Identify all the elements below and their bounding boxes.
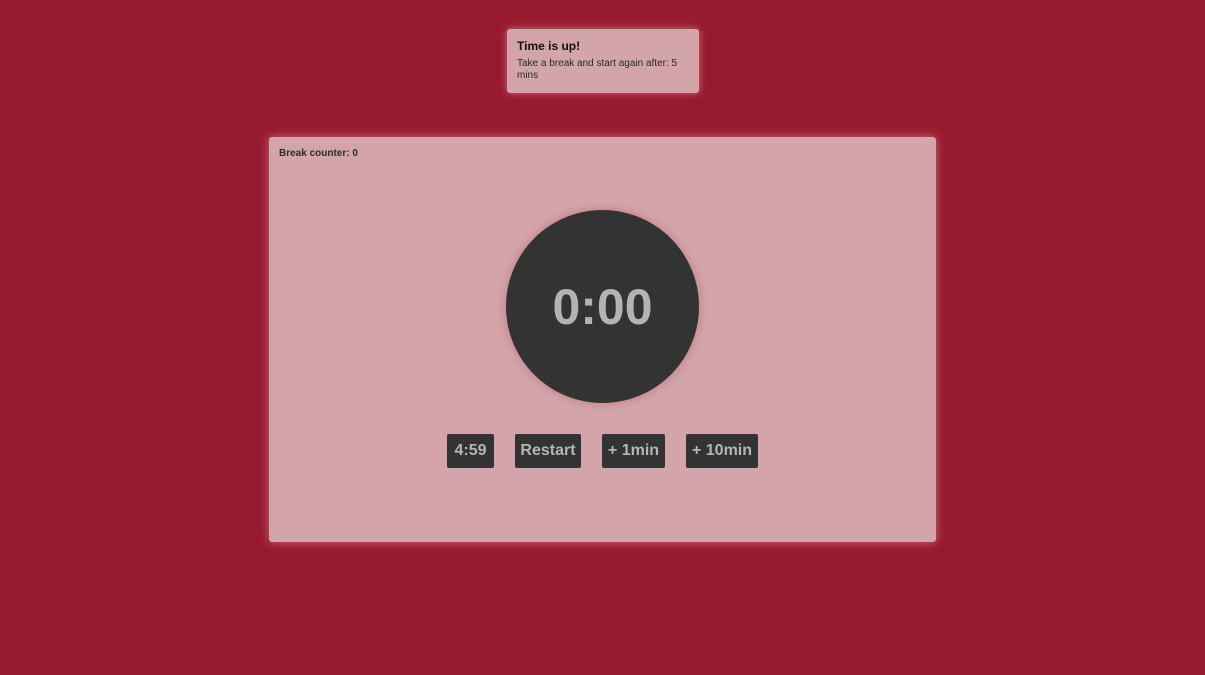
- notification-message: Take a break and start again after: 5 mi…: [517, 58, 678, 81]
- add-ten-minutes-button[interactable]: + 10min: [686, 434, 758, 468]
- add-one-minute-button[interactable]: + 1min: [602, 434, 665, 468]
- timer-clock: 0:00: [506, 210, 699, 403]
- timer-display: 0:00: [552, 278, 653, 335]
- notification-title: Time is up!: [517, 39, 581, 53]
- restart-button[interactable]: Restart: [515, 434, 581, 468]
- time-up-notification: Time is up! Take a break and start again…: [507, 29, 699, 93]
- break-counter: Break counter: 0: [279, 148, 358, 159]
- timer-panel: Break counter: 0 0:00 4:59 Restart + 1mi…: [269, 137, 936, 542]
- countdown-button[interactable]: 4:59: [447, 434, 494, 468]
